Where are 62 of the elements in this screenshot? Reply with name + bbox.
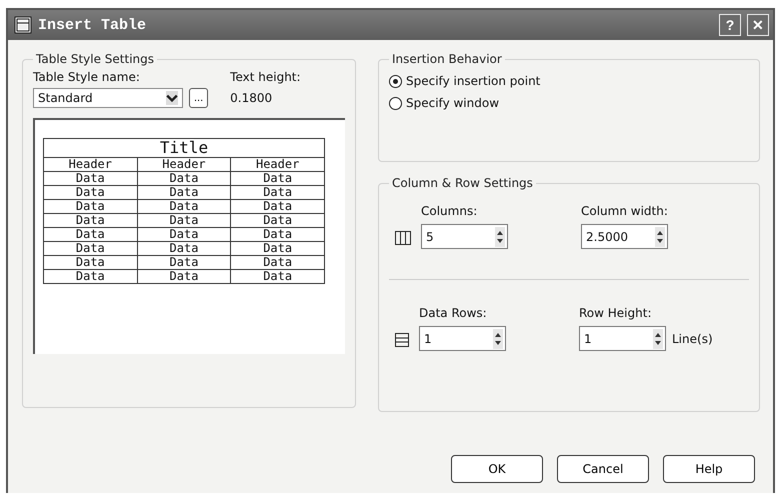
row-height-spinner[interactable]: 1 bbox=[579, 326, 666, 351]
preview-cell: Data bbox=[137, 242, 231, 256]
columns-spinner[interactable]: 5 bbox=[421, 224, 508, 249]
spinner-arrows-icon bbox=[495, 226, 505, 246]
preview-cell: Data bbox=[137, 172, 231, 186]
window-title: Insert Table bbox=[38, 16, 146, 34]
preview-cell: Data bbox=[137, 186, 231, 200]
rows-icon bbox=[395, 333, 409, 347]
spinner-arrows-icon bbox=[653, 328, 663, 348]
preview-cell: Data bbox=[137, 200, 231, 214]
radio-button[interactable] bbox=[389, 96, 402, 110]
preview-cell: Data bbox=[230, 228, 324, 242]
preview-cell: Data bbox=[44, 186, 138, 200]
group-title: Insertion Behavior bbox=[391, 52, 503, 66]
preview-cell: Data bbox=[230, 242, 324, 256]
preview-cell: Data bbox=[44, 270, 138, 284]
radio-option[interactable]: Specify insertion point bbox=[389, 74, 749, 88]
dialog-button[interactable]: OK bbox=[451, 455, 543, 483]
preview-cell: Data bbox=[230, 172, 324, 186]
field-label: Data Rows: bbox=[419, 306, 488, 320]
radio-button[interactable] bbox=[389, 74, 402, 88]
preview-cell: Data bbox=[230, 214, 324, 228]
close-button[interactable]: ✕ bbox=[747, 14, 769, 36]
preview-cell: Data bbox=[44, 172, 138, 186]
browse-button[interactable]: ... bbox=[189, 88, 208, 108]
field-label: Column width: bbox=[581, 204, 669, 218]
preview-cell: Data bbox=[230, 256, 324, 270]
column-width-spinner[interactable]: 2.5000 bbox=[581, 224, 668, 249]
preview-header: Header bbox=[137, 158, 231, 172]
field-label: Columns: bbox=[421, 204, 478, 218]
spinner-arrows-icon bbox=[655, 226, 665, 246]
dialog-button[interactable]: Cancel bbox=[557, 455, 649, 483]
field-label: Text height: bbox=[230, 70, 301, 84]
preview-title: Title bbox=[44, 138, 324, 158]
preview-cell: Data bbox=[137, 228, 231, 242]
preview-cell: Data bbox=[230, 200, 324, 214]
spinner-arrows-icon bbox=[493, 328, 503, 348]
text-height-value: 0.1800 bbox=[230, 90, 274, 105]
preview-cell: Data bbox=[44, 256, 138, 270]
preview-header: Header bbox=[44, 158, 138, 172]
preview-cell: Data bbox=[137, 256, 231, 270]
preview-cell: Data bbox=[137, 214, 231, 228]
preview-cell: Data bbox=[230, 270, 324, 284]
columns-icon bbox=[395, 231, 411, 245]
preview-header: Header bbox=[230, 158, 324, 172]
field-label: Row Height: bbox=[579, 306, 652, 320]
unit-label: Line(s) bbox=[672, 332, 713, 346]
data-rows-spinner[interactable]: 1 bbox=[419, 326, 506, 351]
field-label: Table Style name: bbox=[33, 70, 141, 84]
dialog-button[interactable]: Help bbox=[663, 455, 755, 483]
preview-cell: Data bbox=[230, 186, 324, 200]
help-button[interactable]: ? bbox=[719, 14, 741, 36]
group-title: Column & Row Settings bbox=[391, 176, 534, 190]
preview-cell: Data bbox=[44, 242, 138, 256]
preview-cell: Data bbox=[44, 228, 138, 242]
preview-cell: Data bbox=[137, 270, 231, 284]
style-dropdown[interactable]: Standard bbox=[33, 88, 183, 108]
radio-option[interactable]: Specify window bbox=[389, 96, 749, 110]
preview-cell: Data bbox=[44, 200, 138, 214]
table-icon bbox=[14, 16, 32, 34]
group-title: Table Style Settings bbox=[35, 52, 156, 66]
preview-cell: Data bbox=[44, 214, 138, 228]
